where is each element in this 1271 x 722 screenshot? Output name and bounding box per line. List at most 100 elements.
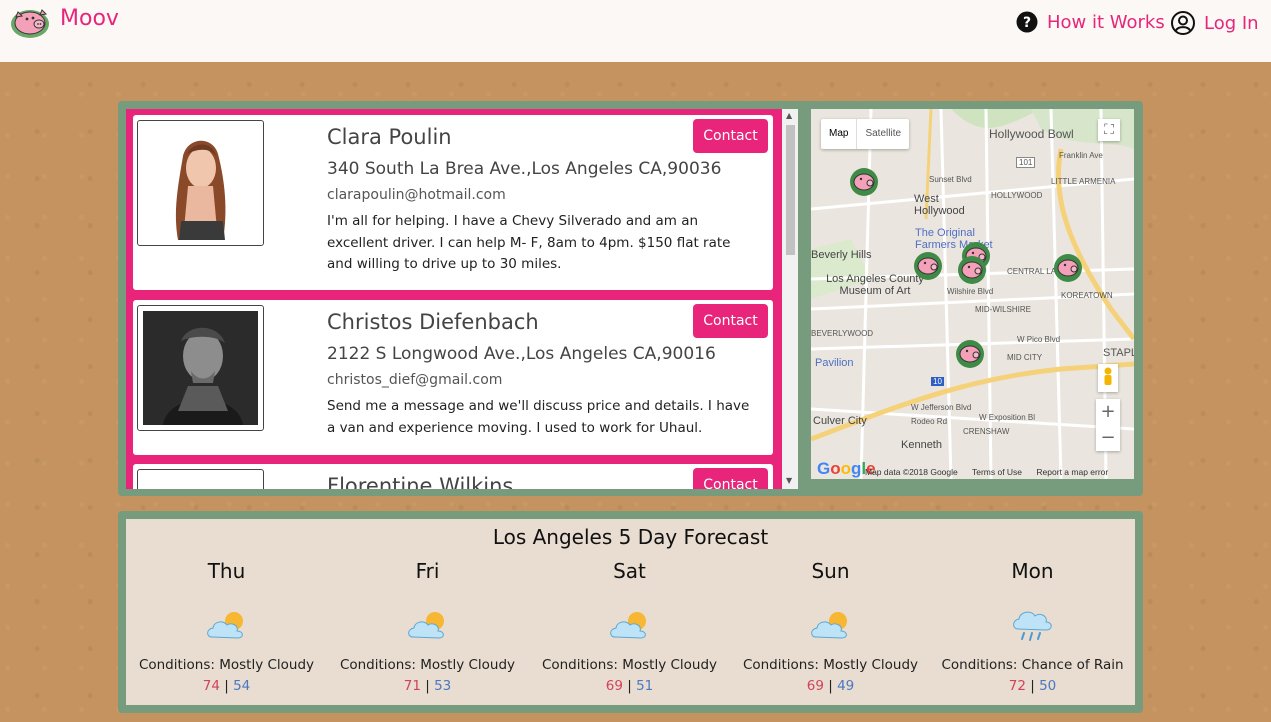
map-label: KOREATOWN <box>1061 291 1113 300</box>
map-label: MID CITY <box>1007 353 1043 362</box>
high-temp: 74 <box>202 678 220 694</box>
highway-shield-icon: 101 <box>1016 157 1036 168</box>
mover-name: Clara Poulin <box>327 125 452 149</box>
high-temp: 69 <box>605 678 623 694</box>
how-it-works-link[interactable]: ? How it Works <box>1016 11 1165 33</box>
portrait-man-image <box>143 311 258 425</box>
map[interactable]: Hollywood Bowl Franklin Ave Sunset Blvd … <box>811 109 1134 479</box>
map-label: CENTRAL LA <box>1007 267 1057 276</box>
portrait-woman-image <box>143 126 258 240</box>
map-label: Franklin Ave <box>1059 151 1103 160</box>
map-terms-link[interactable]: Terms of Use <box>972 467 1022 477</box>
forecast-panel: Los Angeles 5 Day Forecast Thu Condition… <box>118 511 1143 713</box>
user-circle-icon <box>1171 11 1195 35</box>
login-link[interactable]: Log In <box>1171 11 1259 35</box>
partly-cloudy-icon <box>408 612 444 639</box>
zoom-controls: + − <box>1096 399 1120 451</box>
map-label: W Pico Blvd <box>1017 335 1061 344</box>
contact-button[interactable]: Contact <box>693 304 768 338</box>
day-temperatures: 69 | 49 <box>730 678 931 694</box>
mover-bio: I'm all for helping. I have a Chevy Silv… <box>327 213 731 272</box>
map-label: W Jefferson Blvd <box>911 403 972 412</box>
map-label: Beverly Hills <box>811 249 872 261</box>
high-temp: 72 <box>1008 678 1026 694</box>
zoom-in-icon[interactable]: + <box>1096 399 1120 425</box>
mover-address: 340 South La Brea Ave.,Los Angeles CA,90… <box>327 159 722 179</box>
highway-shield-icon: 10 <box>931 377 944 386</box>
high-temp: 69 <box>806 678 824 694</box>
map-label: STAPLE <box>1103 347 1134 359</box>
day-name: Sun <box>811 559 850 583</box>
how-it-works-label: How it Works <box>1047 11 1165 33</box>
mover-pin-icon[interactable] <box>849 167 879 197</box>
rain-cloud-icon <box>1013 611 1052 641</box>
day-condition: Conditions: Mostly Cloudy <box>138 657 315 673</box>
day-name: Sat <box>613 559 646 583</box>
map-footer: Map data ©2018 Google Terms of Use Repor… <box>865 467 1120 477</box>
fullscreen-icon[interactable]: ⛶ <box>1098 119 1120 141</box>
scroll-down-arrow-icon[interactable]: ▼ <box>786 476 792 485</box>
mover-photo <box>137 305 264 431</box>
mover-pin-icon[interactable] <box>913 251 943 281</box>
contact-button[interactable]: Contact <box>693 119 768 153</box>
map-report-link[interactable]: Report a map error <box>1036 467 1108 477</box>
partly-cloudy-icon <box>207 612 243 639</box>
low-temp: 54 <box>233 678 251 694</box>
zoom-out-icon[interactable]: − <box>1096 425 1120 451</box>
low-temp: 53 <box>434 678 452 694</box>
mover-card: Clara Poulin 340 South La Brea Ave.,Los … <box>133 115 773 290</box>
day-temperatures: 72 | 50 <box>932 678 1133 694</box>
map-label: CRENSHAW <box>963 427 1010 436</box>
map-label: Wilshire Blvd <box>947 287 994 296</box>
pegman-icon[interactable] <box>1098 364 1118 392</box>
help-circle-icon: ? <box>1016 11 1038 33</box>
mover-pin-icon[interactable] <box>957 255 987 285</box>
navbar: Moov ? How it Works Log In <box>0 0 1271 62</box>
high-temp: 71 <box>403 678 421 694</box>
day-condition: Conditions: Chance of Rain <box>941 657 1124 673</box>
day-temperatures: 71 | 53 <box>327 678 528 694</box>
contact-button[interactable]: Contact <box>693 468 768 489</box>
mover-name: Florentine Wilkins <box>327 474 514 489</box>
temp-separator: | <box>627 678 632 694</box>
list-scrollbar[interactable]: ▲ ▼ <box>782 109 798 489</box>
day-temperatures: 69 | 51 <box>529 678 730 694</box>
temp-separator: | <box>224 678 229 694</box>
day-name: Mon <box>1011 559 1054 583</box>
pig-logo-icon <box>11 9 49 38</box>
mover-card: Christos Diefenbach 2122 S Longwood Ave.… <box>133 300 773 455</box>
movers-panel: Clara Poulin 340 South La Brea Ave.,Los … <box>118 101 1143 496</box>
map-type-satellite-button[interactable]: Satellite <box>856 119 909 149</box>
mover-bio: Send me a message and we'll discuss pric… <box>327 398 750 436</box>
map-label: LITTLE ARMENIA <box>1051 177 1116 186</box>
mover-name: Christos Diefenbach <box>327 310 539 334</box>
movers-list[interactable]: Clara Poulin 340 South La Brea Ave.,Los … <box>126 109 782 489</box>
mover-address: 2122 S Longwood Ave.,Los Angeles CA,9001… <box>327 344 716 364</box>
map-type-toggle: Map Satellite <box>821 119 910 149</box>
day-temperatures: 74 | 54 <box>126 678 327 694</box>
map-label: MID-WILSHIRE <box>975 305 1031 314</box>
mover-pin-icon[interactable] <box>1053 253 1083 283</box>
mover-card: Florentine Wilkins Contact <box>133 464 773 489</box>
temp-separator: | <box>425 678 430 694</box>
mover-email: christos_dief@gmail.com <box>327 372 503 388</box>
scroll-up-arrow-icon[interactable]: ▲ <box>786 111 792 120</box>
partly-cloudy-icon <box>610 612 646 639</box>
low-temp: 51 <box>636 678 654 694</box>
map-label: Kenneth <box>901 439 942 451</box>
mover-photo <box>137 469 264 489</box>
brand-name: Moov <box>60 5 119 31</box>
day-condition: Conditions: Mostly Cloudy <box>742 657 919 673</box>
map-label: Sunset Blvd <box>929 175 972 184</box>
brand-link[interactable]: Moov <box>8 4 119 40</box>
mover-pin-icon[interactable] <box>955 339 985 369</box>
svg-text:?: ? <box>1023 15 1031 31</box>
partly-cloudy-icon <box>811 612 847 639</box>
map-label: HOLLYWOOD <box>991 191 1043 200</box>
portrait-image <box>143 484 258 489</box>
scroll-thumb[interactable] <box>786 125 795 255</box>
map-label: Pavilion <box>815 357 854 369</box>
map-type-map-button[interactable]: Map <box>821 119 856 149</box>
map-label: BEVERLYWOOD <box>811 329 874 338</box>
day-name: Thu <box>207 559 246 583</box>
